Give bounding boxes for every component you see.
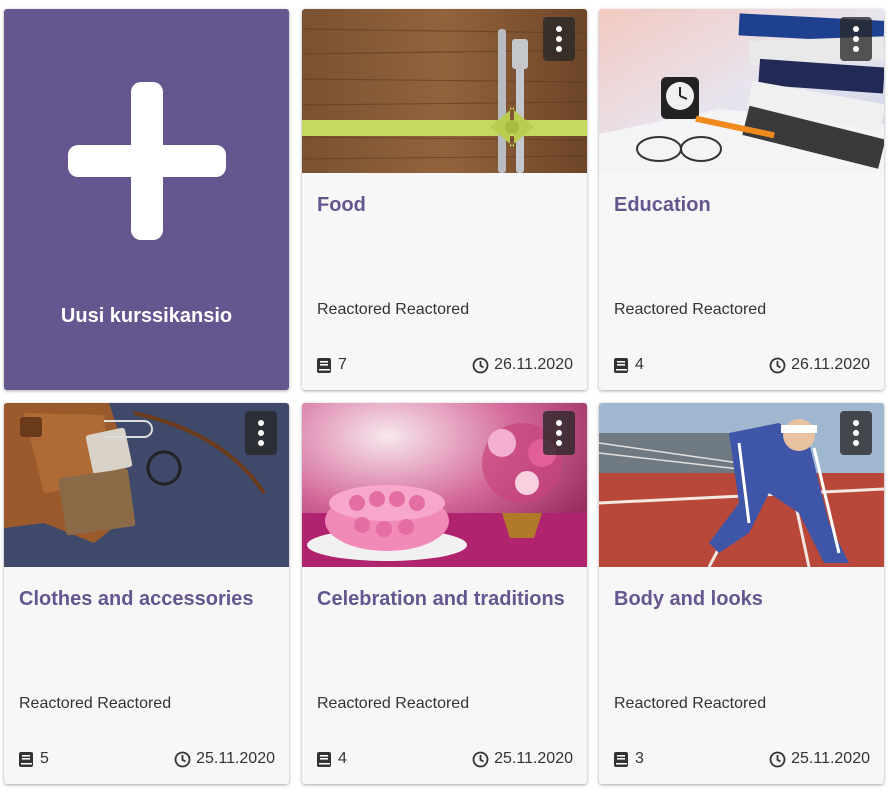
book-icon — [19, 751, 33, 767]
card-author: Reactored Reactored — [614, 301, 767, 318]
clock-icon — [472, 357, 489, 373]
course-card[interactable]: Body and looks Reactored Reactored 3 25.… — [599, 403, 884, 784]
course-card[interactable]: Celebration and traditions Reactored Rea… — [302, 403, 587, 784]
plus-icon — [68, 82, 226, 240]
material-count-value: 3 — [635, 750, 644, 767]
clock-icon — [769, 751, 786, 767]
course-card[interactable]: Clothes and accessories Reactored Reacto… — [4, 403, 289, 784]
course-card[interactable]: Education Reactored Reactored 4 26.11.20… — [599, 9, 884, 390]
material-count-value: 4 — [635, 356, 644, 373]
material-count-value: 7 — [338, 356, 347, 373]
card-date: 25.11.2020 — [174, 750, 275, 768]
material-count: 4 — [613, 356, 644, 374]
book-icon — [317, 751, 331, 767]
card-title: Clothes and accessories — [19, 588, 254, 610]
clock-icon — [769, 357, 786, 373]
card-menu-button[interactable] — [543, 411, 575, 455]
card-menu-button[interactable] — [840, 411, 872, 455]
card-date: 25.11.2020 — [769, 750, 870, 768]
card-author: Reactored Reactored — [317, 301, 470, 318]
material-count: 4 — [316, 750, 347, 768]
card-menu-button[interactable] — [840, 17, 872, 61]
card-author: Reactored Reactored — [19, 695, 172, 712]
card-menu-button[interactable] — [245, 411, 277, 455]
card-title: Celebration and traditions — [317, 588, 565, 610]
card-date-value: 25.11.2020 — [196, 750, 275, 767]
new-folder-label: Uusi kurssikansio — [60, 305, 233, 327]
card-date-value: 25.11.2020 — [494, 750, 573, 767]
material-count: 3 — [613, 750, 644, 768]
clock-icon — [174, 751, 191, 767]
book-icon — [614, 751, 628, 767]
card-date-value: 25.11.2020 — [791, 750, 870, 767]
clock-icon — [472, 751, 489, 767]
new-folder-card[interactable]: Uusi kurssikansio — [4, 9, 289, 390]
material-count: 5 — [18, 750, 49, 768]
card-title: Body and looks — [614, 588, 763, 610]
card-title: Education — [614, 194, 711, 216]
card-date: 26.11.2020 — [769, 356, 870, 374]
material-count-value: 4 — [338, 750, 347, 767]
card-date-value: 26.11.2020 — [791, 356, 870, 373]
card-title: Food — [317, 194, 366, 216]
book-icon — [614, 357, 628, 373]
card-date-value: 26.11.2020 — [494, 356, 573, 373]
card-date: 25.11.2020 — [472, 750, 573, 768]
course-folder-grid: Uusi kurssikansio Food Reactored Reactor… — [0, 0, 895, 791]
card-author: Reactored Reactored — [317, 695, 470, 712]
card-author: Reactored Reactored — [614, 695, 767, 712]
book-icon — [317, 357, 331, 373]
course-card[interactable]: Food Reactored Reactored 7 26.11.2020 — [302, 9, 587, 390]
card-menu-button[interactable] — [543, 17, 575, 61]
material-count-value: 5 — [40, 750, 49, 767]
card-date: 26.11.2020 — [472, 356, 573, 374]
material-count: 7 — [316, 356, 347, 374]
